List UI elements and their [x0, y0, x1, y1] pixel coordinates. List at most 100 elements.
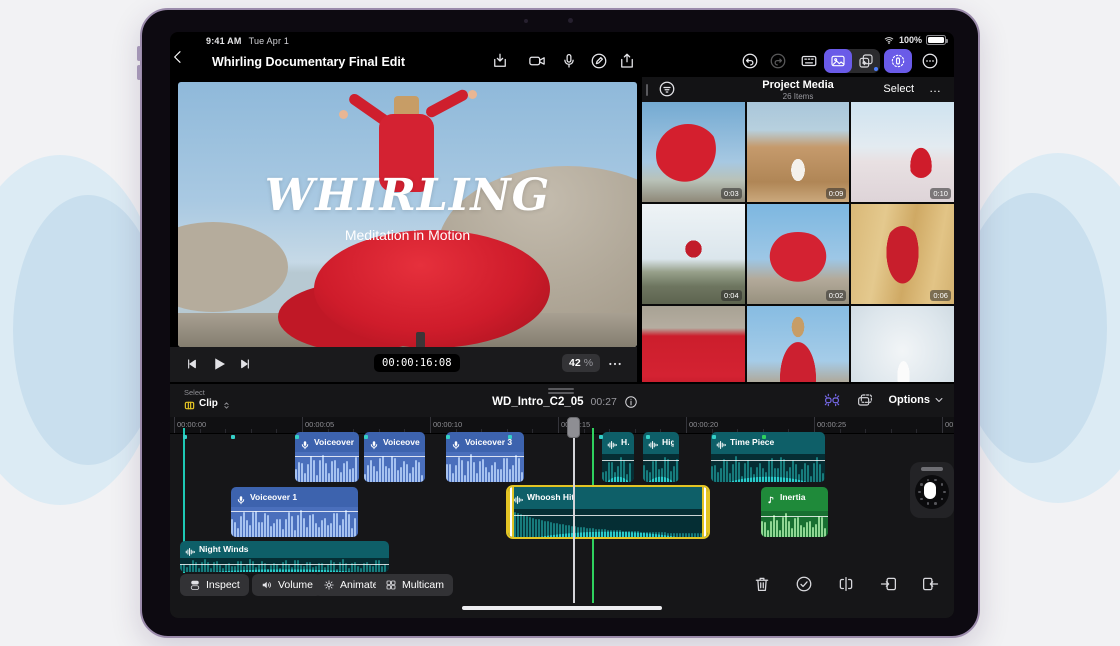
transport-bar: 00:00:16:08 42%: [170, 347, 637, 382]
info-icon[interactable]: [624, 395, 638, 409]
media-thumbnail-red-skirt-closeup[interactable]: [642, 306, 745, 382]
clip-waveform: [231, 507, 358, 537]
multicam-button[interactable]: Multicam: [376, 574, 453, 596]
effects-browser-button[interactable]: [852, 49, 880, 73]
clip-label: Voiceover 3: [465, 437, 512, 447]
timeline-clip-high-[interactable]: High…: [643, 432, 679, 482]
timeline-clip-voiceover-2[interactable]: Voiceover 2: [295, 432, 359, 482]
select-button[interactable]: Select: [883, 83, 914, 95]
timeline-clip-time-piece[interactable]: Time Piece: [711, 432, 825, 482]
music-clip-icon: [766, 492, 776, 502]
media-thumbnail-red-dancer-rock[interactable]: 0:03: [642, 102, 745, 202]
home-indicator[interactable]: [462, 606, 662, 610]
thumbnail-figure: [896, 358, 910, 382]
battery-percent: 100%: [899, 35, 922, 45]
trash-icon[interactable]: [753, 575, 771, 593]
timeline-clip-voiceover-1[interactable]: Voiceover 1: [231, 487, 358, 537]
mic-icon[interactable]: [560, 52, 578, 70]
volume-down-button: [137, 65, 141, 80]
overwrite-icon[interactable]: [921, 575, 939, 593]
jog-wheel-grab-handle[interactable]: [921, 467, 943, 471]
media-thumbnail-red-dancer-reeds[interactable]: 0:06: [851, 204, 954, 304]
split-icon[interactable]: [837, 575, 855, 593]
timeline-clip-inertia[interactable]: Inertia: [761, 487, 828, 537]
playhead-handle[interactable]: [567, 417, 580, 438]
camera-icon[interactable]: [528, 52, 546, 70]
back-button[interactable]: [170, 47, 186, 67]
clip-label: Voiceover 1: [250, 492, 297, 502]
ruler-label: 00:00:00: [177, 420, 206, 429]
more-icon[interactable]: [921, 52, 939, 70]
play-icon[interactable]: [210, 355, 228, 373]
clip-marker: [364, 435, 368, 439]
status-time: 9:41 AM: [206, 36, 242, 46]
ruler-label: 00:00:05: [305, 420, 334, 429]
jog-wheel[interactable]: [910, 462, 954, 518]
enhance-conform-icon[interactable]: [822, 392, 842, 408]
clip-label: Inertia: [780, 492, 806, 502]
media-browser-button[interactable]: [824, 49, 852, 73]
thumbnail-duration: 0:04: [721, 290, 742, 301]
thumbnail-duration: 0:10: [930, 188, 951, 199]
media-thumbnail-red-dancer-ridge[interactable]: 0:04: [642, 204, 745, 304]
project-media-panel: Project Media 26 Items Select … 0:030:09…: [640, 77, 954, 382]
voice-clip-icon: [451, 437, 461, 447]
volume-button[interactable]: Volume: [252, 574, 322, 596]
effects-badge-dot: [874, 67, 878, 71]
clip-waveform: [761, 511, 828, 537]
media-thumbnail-red-whirler-sky[interactable]: 0:02: [747, 204, 850, 304]
timeline-clip-h-[interactable]: H…: [602, 432, 634, 482]
media-panel-more-button[interactable]: …: [929, 81, 942, 95]
video-viewer[interactable]: WHIRLING Meditation in Motion: [178, 82, 637, 347]
check-circle-icon[interactable]: [795, 575, 813, 593]
effects-icon: [858, 53, 874, 69]
share-icon[interactable]: [618, 52, 636, 70]
insert-icon[interactable]: [880, 575, 898, 593]
clip-label: Whoosh Hit: [527, 492, 574, 502]
voice-clip-icon: [236, 492, 246, 502]
button-label: Multicam: [402, 579, 444, 591]
tool-selector[interactable]: Clip: [184, 398, 231, 409]
jog-wheel-toggle-button[interactable]: [884, 49, 912, 73]
viewer-subtitle-overlay: Meditation in Motion: [178, 227, 637, 243]
timecode-display: 00:00:16:08: [374, 354, 460, 372]
thumbnail-figure: [683, 238, 704, 260]
previous-frame-icon[interactable]: [184, 356, 200, 372]
wifi-icon: [883, 35, 895, 45]
connect-clip-icon[interactable]: [856, 392, 874, 408]
dancer-arm-right: [424, 88, 470, 119]
undo-icon[interactable]: [741, 52, 759, 70]
pencil-tool-icon[interactable]: [590, 52, 608, 70]
clip-marker: [712, 435, 716, 439]
viewer-title-overlay: WHIRLING: [178, 170, 637, 221]
jog-wheel-dial[interactable]: [915, 475, 949, 509]
timeline-clip-whoosh-hit[interactable]: Whoosh Hit: [508, 487, 708, 537]
button-label: Inspect: [206, 579, 240, 591]
shortcuts-icon[interactable]: [800, 52, 818, 70]
timeline-clip-night-winds[interactable]: Night Winds: [180, 541, 389, 572]
clip-waveform: [602, 454, 634, 482]
timeline-drag-handle[interactable]: [548, 388, 574, 394]
dancer-hand-right: [468, 90, 477, 99]
timeline-clip-voiceover-2[interactable]: Voiceover 2: [364, 432, 425, 482]
options-button[interactable]: Options: [888, 394, 944, 406]
next-frame-icon[interactable]: [237, 356, 253, 372]
import-icon[interactable]: [491, 52, 509, 70]
timeline-zoom-control[interactable]: 42%: [562, 354, 600, 372]
media-thumbnail-red-dancer-saltflat[interactable]: 0:10: [851, 102, 954, 202]
voice-clip-icon: [369, 437, 379, 447]
media-thumbnail-white-dancer-clouds[interactable]: [851, 306, 954, 382]
clip-marker: [446, 435, 450, 439]
dancer-hand-left: [339, 110, 348, 119]
thumbnail-duration: 0:06: [930, 290, 951, 301]
redo-icon[interactable]: [769, 52, 787, 70]
media-thumbnail-white-dancer-desert[interactable]: 0:09: [747, 102, 850, 202]
browser-toggle-group: [824, 49, 880, 73]
timeline-header: Select Clip WD_Intro_C2_05 00:27 Optio: [170, 384, 954, 416]
viewer-more-icon[interactable]: [607, 356, 623, 372]
timeline-clip-voiceover-3[interactable]: Voiceover 3: [446, 432, 524, 482]
inspect-button[interactable]: Inspect: [180, 574, 249, 596]
thumbnail-figure: [790, 314, 806, 340]
timeline-ruler[interactable]: 00:00:0000:00:0500:00:1000:00:1500:00:20…: [170, 417, 954, 434]
media-thumbnail-red-dancer-portrait[interactable]: [747, 306, 850, 382]
